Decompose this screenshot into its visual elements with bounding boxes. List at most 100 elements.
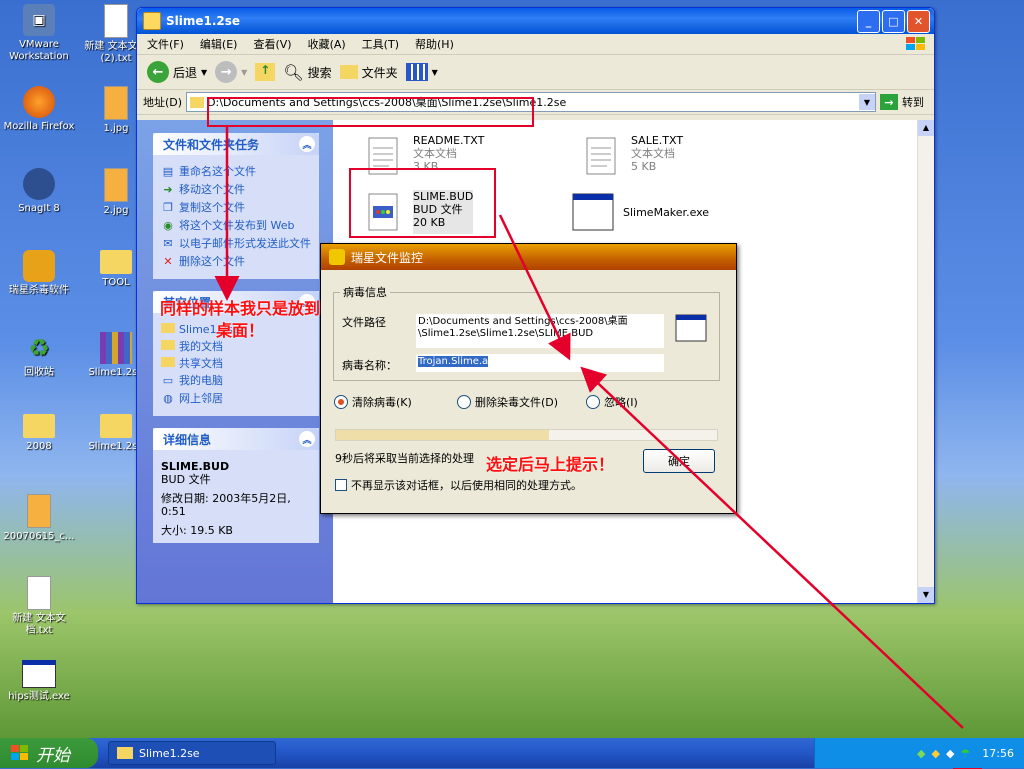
firefox-icon: [23, 86, 55, 118]
desktop-icon-textfile[interactable]: 新建 文本文档.txt: [3, 576, 75, 637]
recycle-bin-icon: ♻: [28, 334, 50, 362]
progress-fill: [336, 430, 550, 440]
collapse-icon[interactable]: ︽: [299, 431, 315, 447]
menu-help[interactable]: 帮助(H): [415, 36, 454, 52]
archive-icon: [100, 332, 132, 364]
file-path-label: 文件路径: [342, 316, 386, 329]
move-file-link[interactable]: ➜ 移动这个文件: [161, 183, 311, 197]
panel-header[interactable]: 详细信息 ︽: [153, 428, 319, 450]
window-title: Slime1.2se: [166, 14, 241, 28]
ignore-radio[interactable]: 忽略(I): [586, 394, 638, 410]
desktop-icon-20070615[interactable]: 20070615_c...: [3, 494, 75, 543]
menu-file[interactable]: 文件(F): [147, 36, 184, 52]
search-button[interactable]: 🔍︎ 搜索: [283, 63, 331, 82]
details-type: BUD 文件: [161, 473, 211, 486]
toolbar: ← 后退 ▼ → ▼ ↑ 🔍︎ 搜索 文件夹 ▼: [137, 55, 934, 90]
vertical-scrollbar[interactable]: ▲ ▼: [917, 120, 934, 603]
address-highlight-box: [207, 97, 534, 127]
desktop-icon-recycle-bin[interactable]: ♻ 回收站: [3, 332, 75, 379]
file-item-slimemaker[interactable]: SlimeMaker.exe: [571, 190, 709, 234]
computer-icon: ▭: [162, 374, 174, 387]
copy-icon: ❐: [163, 201, 173, 214]
checkbox-indicator: [335, 479, 347, 491]
place-my-computer[interactable]: ▭ 我的电脑: [161, 374, 311, 388]
forward-button[interactable]: → ▼: [215, 61, 247, 83]
scroll-down-icon[interactable]: ▼: [918, 587, 934, 603]
radio-indicator: [586, 395, 600, 409]
countdown-text: 9秒后将采取当前选择的处理: [335, 452, 474, 465]
clean-virus-radio[interactable]: 清除病毒(K): [334, 394, 412, 410]
desktop-icon-firefox[interactable]: Mozilla Firefox: [3, 86, 75, 133]
explorer-titlebar[interactable]: Slime1.2se _ □ ✕: [137, 8, 934, 34]
panel-header[interactable]: 文件和文件夹任务 ︽: [153, 133, 319, 155]
back-button[interactable]: ← 后退 ▼: [147, 61, 207, 83]
desktop-icon-hips[interactable]: hips测试.exe: [3, 660, 75, 703]
desktop-icon-snagit[interactable]: SnagIt 8: [3, 168, 75, 215]
tray-app-icon[interactable]: ◆: [931, 747, 939, 760]
chevron-down-icon: ▼: [201, 67, 208, 77]
taskbar-item-explorer[interactable]: Slime1.2se: [108, 741, 276, 765]
menu-bar: 文件(F) 编辑(E) 查看(V) 收藏(A) 工具(T) 帮助(H): [137, 34, 934, 55]
clock[interactable]: 17:56: [982, 747, 1014, 760]
exe-icon: [675, 314, 707, 342]
file-item-sale[interactable]: SALE.TXT 文本文档 5 KB: [579, 134, 683, 178]
place-shared-documents[interactable]: 共享文档: [161, 357, 311, 370]
dialog-titlebar[interactable]: 瑞星文件监控: [321, 244, 736, 270]
folder-icon: [100, 250, 132, 274]
up-folder-button[interactable]: ↑: [255, 63, 276, 81]
virus-name-field[interactable]: Trojan.Slime.a: [416, 354, 664, 372]
go-arrow-icon[interactable]: →: [880, 94, 898, 110]
image-file-icon: [27, 494, 51, 528]
maximize-button[interactable]: □: [882, 9, 905, 33]
place-network[interactable]: ◍ 网上邻居: [161, 392, 311, 406]
tray-app-icon[interactable]: ◆: [917, 747, 925, 760]
menu-favorites[interactable]: 收藏(A): [308, 36, 346, 52]
details-modified: 修改日期: 2003年5月2日, 0:51: [161, 492, 291, 518]
desktop-icon-2008[interactable]: 2008: [3, 414, 75, 453]
menu-edit[interactable]: 编辑(E): [200, 36, 238, 52]
close-button[interactable]: ✕: [907, 9, 930, 33]
collapse-icon[interactable]: ︽: [299, 136, 315, 152]
dont-show-again-checkbox[interactable]: 不再显示该对话框，以后使用相同的处理方式。: [335, 477, 582, 493]
delete-file-radio[interactable]: 删除染毒文件(D): [457, 394, 558, 410]
radio-indicator: [457, 395, 471, 409]
system-tray: ◆ ◆ ◆ ☂ 17:56: [814, 738, 1024, 768]
globe-icon: ◉: [163, 219, 173, 232]
email-icon: ✉: [163, 237, 173, 250]
menu-view[interactable]: 查看(V): [253, 36, 291, 52]
exe-icon: [572, 193, 614, 231]
vmware-icon: ▣: [23, 4, 55, 36]
start-button[interactable]: 开始: [0, 738, 98, 768]
email-file-link[interactable]: ✉ 以电子邮件形式发送此文件: [161, 237, 311, 251]
snagit-icon: [23, 168, 55, 200]
go-button[interactable]: 转到: [902, 94, 924, 110]
details-size: 大小: 19.5 KB: [161, 524, 233, 537]
address-dropdown-icon[interactable]: ▼: [859, 94, 875, 110]
desktop-icon-rising[interactable]: 瑞星杀毒软件: [3, 250, 75, 297]
delete-file-link[interactable]: ✕ 删除这个文件: [161, 255, 311, 269]
folder-icon: [143, 12, 161, 30]
folder-icon: [117, 747, 133, 759]
image-file-icon: [104, 86, 128, 120]
folder-icon: [339, 65, 358, 79]
annotation-right: 选定后马上提示！: [486, 455, 615, 474]
publish-web-link[interactable]: ◉ 将这个文件发布到 Web: [161, 219, 311, 233]
delete-icon: ✕: [163, 255, 173, 268]
menu-tools[interactable]: 工具(T): [362, 36, 399, 52]
text-file-icon: [27, 576, 51, 610]
confirm-button[interactable]: 确定: [643, 449, 715, 473]
views-button[interactable]: ▼: [405, 63, 438, 81]
folder-icon: [100, 414, 132, 438]
rising-monitor-tray-icon[interactable]: ☂: [960, 747, 970, 760]
tray-app-icon[interactable]: ◆: [946, 747, 954, 760]
rename-file-link[interactable]: ▤ 重命名这个文件: [161, 165, 311, 179]
details-name: SLIME.BUD: [161, 460, 230, 473]
move-icon: ➜: [163, 183, 173, 196]
annotation-left: 同样的样本我只是放到桌面！: [160, 299, 321, 340]
copy-file-link[interactable]: ❐ 复制这个文件: [161, 201, 311, 215]
scroll-up-icon[interactable]: ▲: [918, 120, 934, 136]
chevron-down-icon: ▼: [241, 67, 248, 77]
folders-button[interactable]: 文件夹: [339, 64, 398, 81]
desktop-icon-vmware[interactable]: ▣ VMware Workstation: [3, 4, 75, 63]
minimize-button[interactable]: _: [857, 9, 880, 33]
